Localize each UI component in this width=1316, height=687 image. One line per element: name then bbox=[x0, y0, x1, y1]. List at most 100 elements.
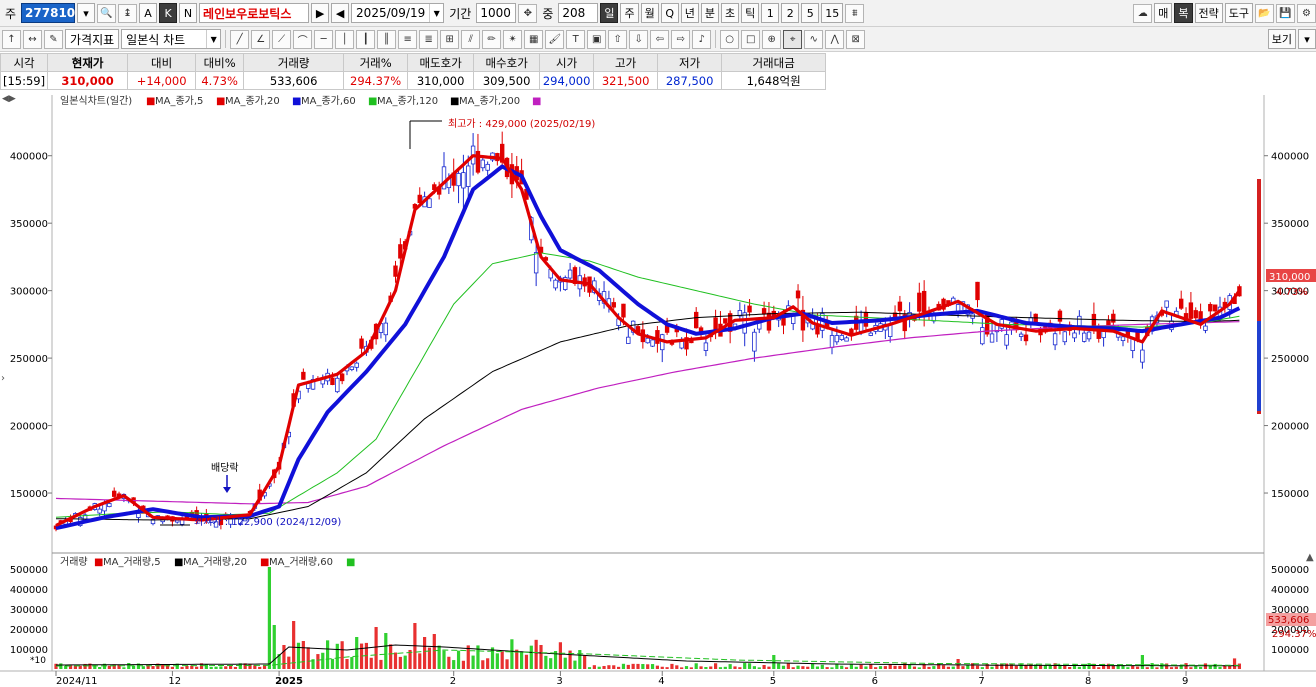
interval-second[interactable]: 초 bbox=[720, 3, 740, 23]
expand-horizontal-icon[interactable]: ↔ bbox=[23, 29, 42, 49]
next-stock-button[interactable]: ▶ bbox=[311, 3, 330, 23]
value-volume: 533,606 bbox=[243, 71, 345, 90]
right-arrow-icon[interactable]: ⇨ bbox=[671, 29, 691, 49]
chevron-down-icon[interactable]: ▼ bbox=[206, 30, 220, 48]
trendline-icon[interactable]: ╱ bbox=[230, 29, 250, 49]
strategy-button[interactable]: 전략 bbox=[1194, 3, 1223, 23]
volume-bar bbox=[801, 666, 805, 669]
chevron-down-icon[interactable]: ▼ bbox=[429, 4, 443, 22]
header-bid: 매수호가 bbox=[473, 53, 541, 72]
prev-stock-button[interactable]: ◀ bbox=[331, 3, 350, 23]
down-arrow-icon[interactable]: ⇩ bbox=[629, 29, 649, 49]
price-chart-svg[interactable]: ◀▶ › ▲ 일본식차트(일간) ■ MA_종가,5 ■ MA_종가,20 ■ MA_종가,… bbox=[0, 91, 1316, 687]
zoom-icon[interactable]: ⊕ bbox=[762, 29, 782, 49]
arrow-up-icon[interactable]: ↑ bbox=[2, 29, 21, 49]
period-lines-icon[interactable]: ║ bbox=[377, 29, 397, 49]
volume-bar bbox=[961, 666, 965, 669]
multi-button[interactable]: 복 bbox=[1174, 3, 1193, 23]
save-icon[interactable]: 💾 bbox=[1276, 3, 1295, 23]
cloud-icon[interactable]: ☁ bbox=[1133, 3, 1153, 23]
rectangle-icon[interactable]: □ bbox=[741, 29, 761, 49]
pattern-icon[interactable]: ⋀ bbox=[825, 29, 845, 49]
color-icon[interactable]: ▦ bbox=[524, 29, 544, 49]
interval-5[interactable]: 5 bbox=[801, 3, 820, 23]
interval-15[interactable]: 15 bbox=[821, 3, 844, 23]
interval-day[interactable]: 일 bbox=[600, 3, 619, 23]
circle-icon[interactable]: ○ bbox=[720, 29, 740, 49]
interval-minute[interactable]: 분 bbox=[700, 3, 719, 23]
text-icon[interactable]: T bbox=[566, 29, 586, 49]
note-icon[interactable]: ♪ bbox=[692, 29, 712, 49]
interval-year[interactable]: 년 bbox=[680, 3, 699, 23]
date-picker[interactable]: 2025/09/19 ▼ bbox=[351, 3, 445, 23]
toggle-a[interactable]: A bbox=[139, 3, 158, 23]
tools-button[interactable]: 도구 bbox=[1224, 3, 1253, 23]
toggle-k[interactable]: K bbox=[159, 3, 178, 23]
fan-icon[interactable]: ⟋ bbox=[272, 29, 292, 49]
interval-month[interactable]: 월 bbox=[640, 3, 659, 23]
y-tick-label-right: 350000 bbox=[1271, 219, 1309, 230]
interval-quarter[interactable]: Q bbox=[660, 3, 679, 23]
magic-icon[interactable]: ✴ bbox=[503, 29, 523, 49]
view-dropdown-button[interactable]: ▾ bbox=[1298, 29, 1316, 49]
period-input[interactable]: 1000 bbox=[476, 3, 517, 23]
view-button[interactable]: 보기 bbox=[1267, 29, 1296, 49]
volume-bar bbox=[699, 666, 703, 669]
vertical-line-icon[interactable]: │ bbox=[335, 29, 355, 49]
delete-drawing-icon[interactable]: ⊠ bbox=[846, 29, 866, 49]
parallel-icon[interactable]: ⫽ bbox=[461, 29, 481, 49]
angle-icon[interactable]: ∠ bbox=[251, 29, 271, 49]
pencil-icon[interactable]: ✏ bbox=[482, 29, 502, 49]
channel-icon[interactable]: ≡ bbox=[398, 29, 418, 49]
fibonacci-icon[interactable]: ≣ bbox=[419, 29, 439, 49]
custom-interval-icon[interactable]: ⩩ bbox=[845, 3, 865, 23]
volume-bar bbox=[912, 666, 917, 669]
gann-icon[interactable]: ⊞ bbox=[440, 29, 460, 49]
volume-bar bbox=[282, 645, 286, 669]
interval-week[interactable]: 주 bbox=[620, 3, 639, 23]
code-dropdown-button[interactable]: ▾ bbox=[77, 3, 96, 23]
brush-icon[interactable]: 🖌 bbox=[545, 29, 565, 49]
x-tick-label: 6 bbox=[872, 676, 878, 687]
buy-sell-button[interactable]: 매 bbox=[1154, 3, 1173, 23]
interval-2[interactable]: 2 bbox=[781, 3, 800, 23]
count-input[interactable]: 208 bbox=[558, 3, 599, 23]
volume-bar bbox=[791, 667, 795, 669]
sort-icon[interactable]: ↨ bbox=[118, 3, 138, 23]
volume-bar bbox=[762, 664, 766, 669]
interval-tick[interactable]: 틱 bbox=[741, 3, 760, 23]
chart-type-dropdown[interactable]: 일본식 차트 ▼ bbox=[121, 29, 222, 49]
volume-bar bbox=[524, 654, 529, 669]
volume-bar bbox=[927, 666, 931, 669]
crosshair-icon[interactable]: ✥ bbox=[518, 3, 538, 23]
search-icon[interactable]: 🔍 bbox=[97, 3, 117, 23]
settings-icon[interactable]: ⚙ bbox=[1297, 3, 1316, 23]
up-arrow-icon[interactable]: ⇧ bbox=[608, 29, 628, 49]
left-arrow-icon[interactable]: ⇦ bbox=[650, 29, 670, 49]
count-label: 중 bbox=[542, 6, 554, 21]
candle-body bbox=[393, 265, 398, 277]
horizontal-line-icon[interactable]: ─ bbox=[314, 29, 334, 49]
wave-icon[interactable]: ∿ bbox=[804, 29, 824, 49]
folder-icon[interactable]: 📂 bbox=[1255, 3, 1274, 23]
edit-icon[interactable]: ✎ bbox=[44, 29, 63, 49]
candle-body bbox=[107, 503, 112, 508]
target-icon[interactable]: ⌖ bbox=[783, 29, 803, 49]
expand-left-icon[interactable]: ◀▶ bbox=[2, 94, 16, 104]
volume-bar bbox=[917, 667, 921, 669]
toggle-n[interactable]: N bbox=[179, 3, 198, 23]
grid-lines-icon[interactable]: ┃ bbox=[356, 29, 376, 49]
arc-icon[interactable]: ⌒ bbox=[293, 29, 313, 49]
volume-tick-label: 100000 bbox=[10, 645, 48, 656]
indicator-dropdown[interactable]: 가격지표 bbox=[65, 29, 120, 49]
quote-header-row: 시각 현재가 대비 대비% 거래량 거래% 매도호가 매수호가 시가 고가 저가… bbox=[0, 53, 827, 72]
interval-1[interactable]: 1 bbox=[761, 3, 780, 23]
scroll-up-icon[interactable]: ▲ bbox=[1306, 552, 1314, 563]
collapse-panel-icon[interactable]: › bbox=[1, 373, 5, 384]
image-icon[interactable]: ▣ bbox=[587, 29, 607, 49]
chart-area[interactable]: ◀▶ › ▲ 일본식차트(일간) ■ MA_종가,5 ■ MA_종가,20 ■ MA_종가,… bbox=[0, 91, 1316, 687]
volume-bar bbox=[1140, 655, 1144, 669]
volume-bar bbox=[180, 666, 184, 669]
stock-code-input[interactable]: 277810 bbox=[21, 3, 75, 23]
volume-bar bbox=[655, 665, 659, 669]
